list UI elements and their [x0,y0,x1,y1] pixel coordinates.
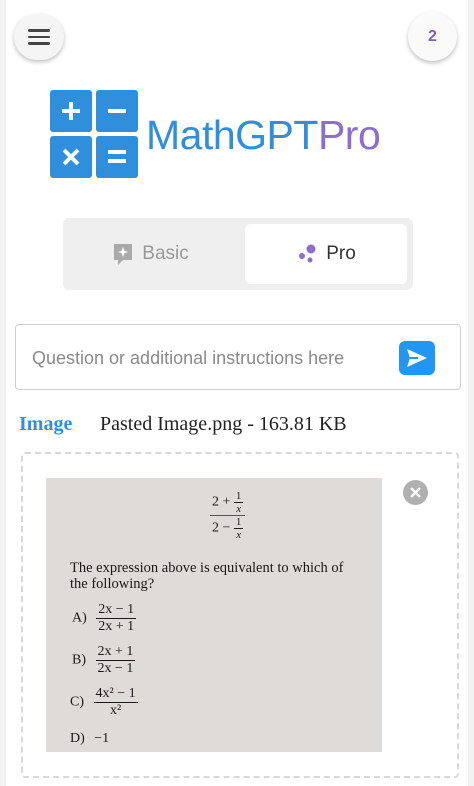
attachment-label: Image [19,413,73,435]
expression: 2 + 1 x 2 − 1 x [210,490,246,541]
mode-pro-button[interactable]: Pro [245,224,407,284]
prompt-input[interactable] [32,343,392,373]
dots-cluster-icon [299,244,316,263]
credit-counter[interactable]: 2 [408,12,457,61]
attachment-info: Pasted Image.png - 163.81 KB [100,413,347,435]
pasted-image-preview: 2 + 1 x 2 − 1 x The expression above is … [46,478,382,752]
sparkle-chat-icon [114,244,133,265]
option-b: B) 2x + 1 2x − 1 [72,644,136,676]
prompt-box [15,324,461,390]
option-c: C) 4x² − 1 x² [70,686,138,718]
mode-basic-button[interactable]: Basic [63,218,238,290]
app-logo-text: MathGPTPro [146,112,381,158]
remove-image-button[interactable] [403,480,428,505]
send-button[interactable] [399,341,435,375]
hamburger-menu-icon [28,29,50,32]
question-text: The expression above is equivalent to wh… [70,560,344,592]
close-circle-icon [410,487,421,498]
option-d: D) −1 [70,731,110,746]
mode-toggle: Basic Pro [63,218,413,290]
mode-basic-label: Basic [142,243,189,264]
mode-pro-label: Pro [326,243,356,264]
menu-button[interactable] [14,14,64,60]
calculator-operators-icon [50,90,138,178]
option-a: A) 2x − 1 2x + 1 [72,602,137,634]
send-arrow-icon [407,349,427,367]
